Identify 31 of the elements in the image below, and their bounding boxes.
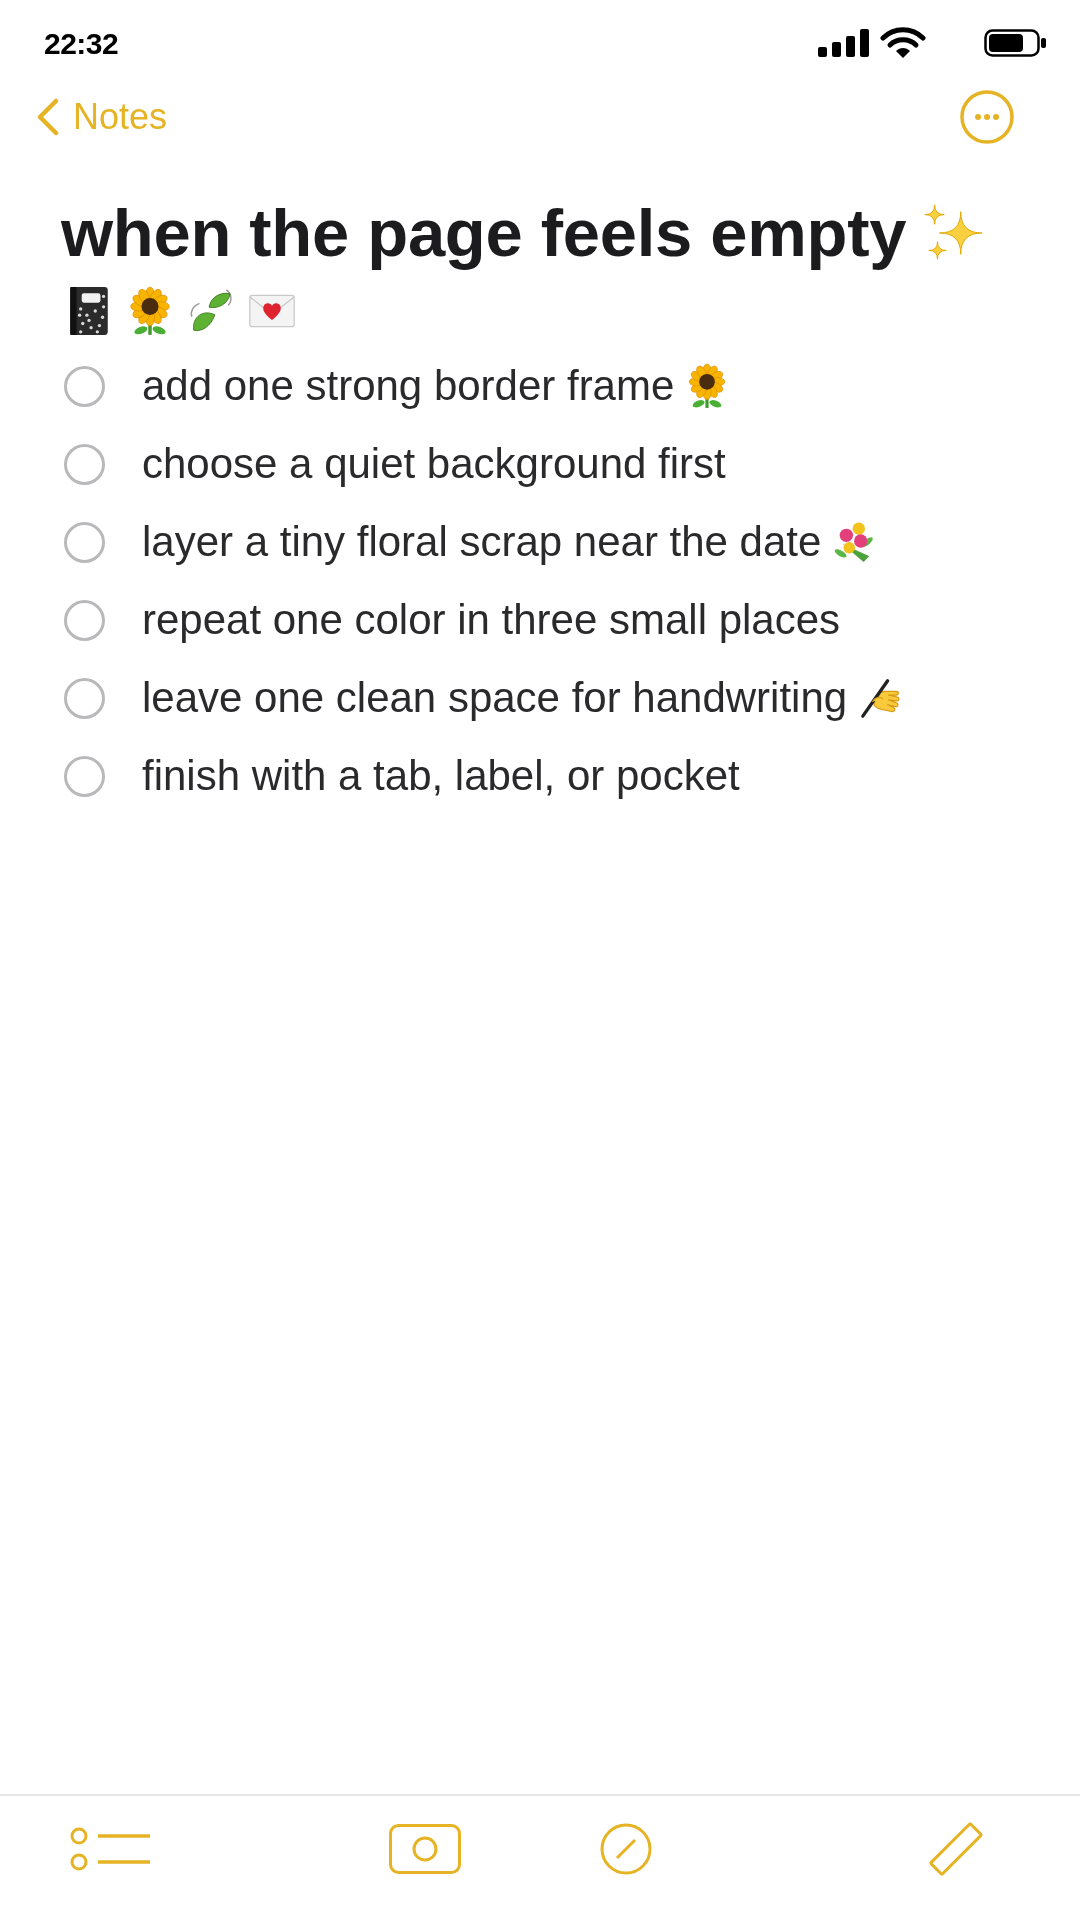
checklist-item-text: layer a tiny floral scrap near the date (142, 517, 822, 567)
checkbox[interactable] (64, 443, 105, 485)
checkbox[interactable] (64, 599, 105, 641)
camera-button[interactable] (389, 1824, 461, 1874)
compose-button[interactable] (927, 1820, 985, 1878)
more-button[interactable] (960, 90, 1014, 144)
battery-icon (984, 29, 1046, 57)
checklist-item-text: finish with a tab, label, or pocket (142, 751, 740, 801)
checklist-item-text: add one strong border frame (142, 361, 675, 411)
checklist-item-text: choose a quiet background first (142, 439, 726, 489)
camera-icon (389, 1824, 461, 1874)
status-time: 22:32 (44, 25, 119, 62)
slash-circle-icon (600, 1823, 652, 1875)
checklist-item-text: repeat one color in three small places (142, 595, 841, 645)
bouquet-icon (833, 519, 876, 565)
sunflower-icon (127, 286, 173, 336)
markup-button[interactable] (600, 1823, 652, 1875)
pencil-icon (927, 1820, 985, 1878)
ellipsis-circle-icon (960, 90, 1014, 144)
back-button[interactable]: Notes (36, 90, 168, 144)
wifi-icon (880, 26, 926, 60)
chevron-left-icon (36, 98, 60, 136)
checklist-item-text: leave one clean space for handwriting (142, 673, 848, 723)
note-title: when the page feels empty (61, 197, 907, 269)
checkbox[interactable] (64, 521, 105, 563)
signal-icon (818, 29, 870, 57)
checkbox[interactable] (64, 755, 105, 797)
checklist-icon (70, 1827, 150, 1871)
checklist-button[interactable] (70, 1827, 150, 1871)
checkbox[interactable] (64, 677, 105, 719)
checkbox[interactable] (64, 365, 105, 407)
